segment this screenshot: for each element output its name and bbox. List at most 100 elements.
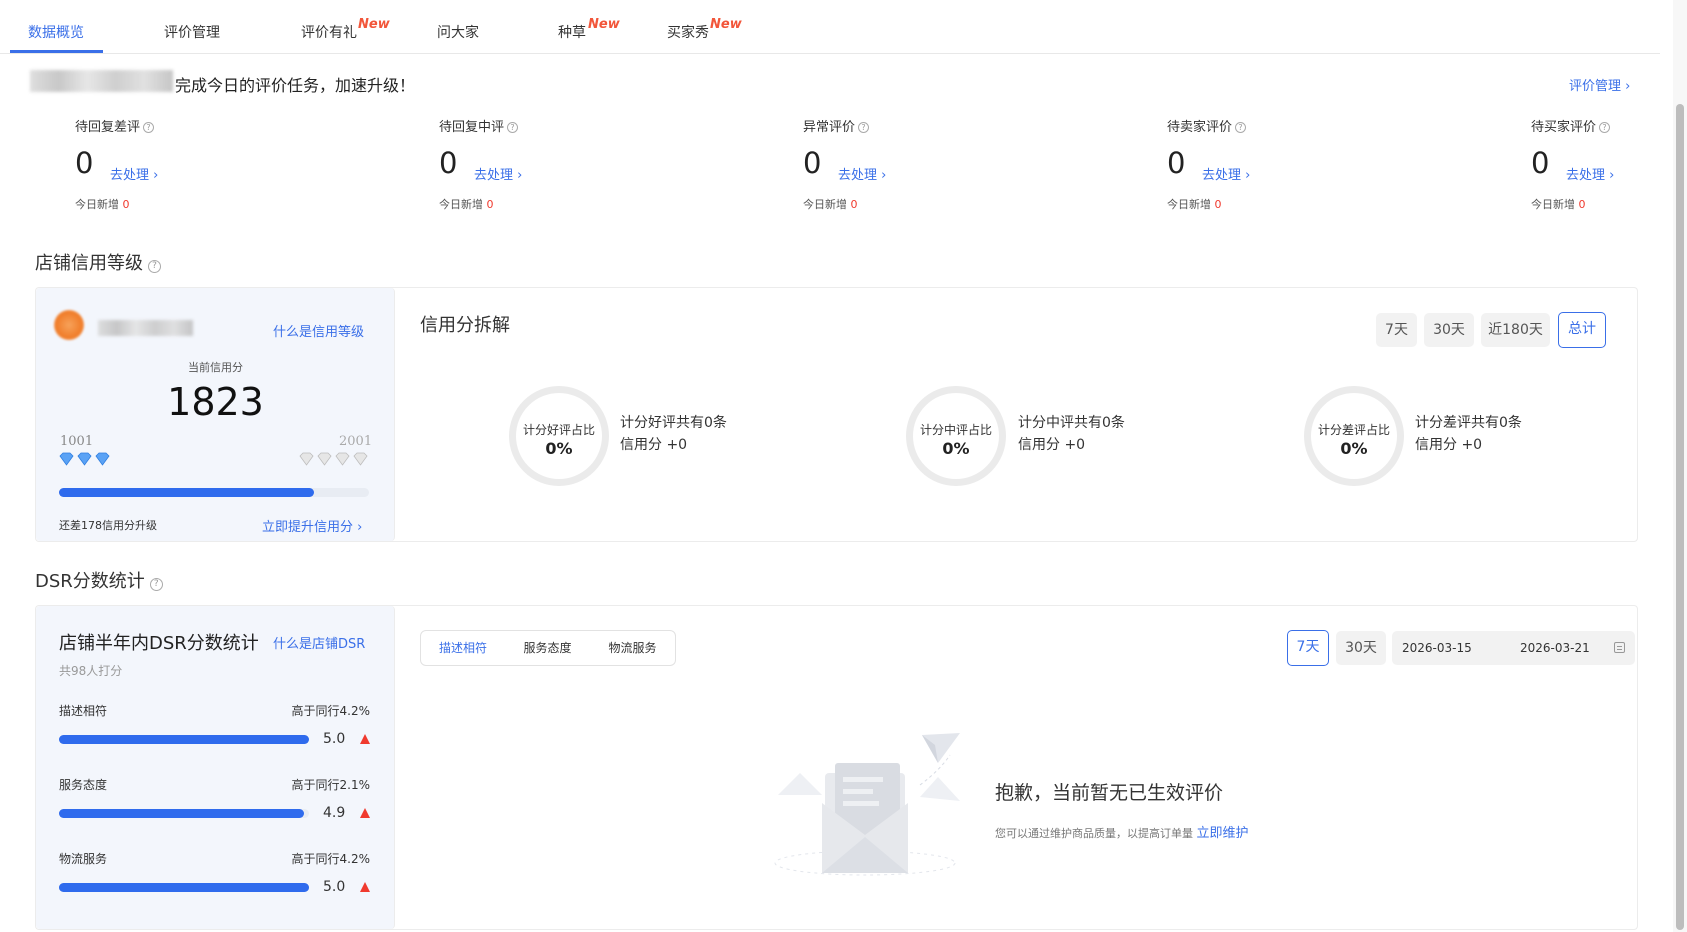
current-credit-label: 当前信用分: [188, 361, 243, 374]
credit-max: 2001: [339, 434, 373, 449]
credit-score: 1823: [167, 380, 264, 424]
dsr-item-peer: 高于同行2.1%: [291, 778, 371, 792]
review-management-link[interactable]: 评价管理 ›: [1569, 75, 1630, 94]
blurred-shop-name: [98, 320, 193, 336]
tab-grass[interactable]: 种草 New: [558, 17, 620, 42]
date-range-picker[interactable]: 2026-03-15 2026-03-21: [1392, 631, 1635, 665]
help-icon[interactable]: ?: [507, 122, 519, 133]
empty-desc: 您可以通过维护商品质量，以提高订单量: [995, 827, 1193, 840]
stat-action-link[interactable]: 去处理 ›: [474, 164, 522, 183]
segment-service[interactable]: 服务态度: [505, 630, 591, 666]
help-icon[interactable]: ?: [149, 578, 163, 591]
new-badge: New: [588, 17, 620, 32]
ring-value: 0%: [942, 439, 970, 458]
stat-label: 待回复中评: [439, 120, 505, 135]
tab-data-overview[interactable]: 数据概览: [28, 22, 84, 42]
ring-line1: 计分差评共有0条: [1415, 415, 1522, 431]
stat-card-seller: 待卖家评价? 0 去处理 › 今日新增 0: [1167, 116, 1367, 216]
dsr-range-30d-button[interactable]: 30天: [1336, 631, 1386, 665]
dsr-item-name: 描述相符: [59, 704, 108, 718]
help-icon[interactable]: ?: [858, 122, 870, 133]
dsr-bar: [59, 809, 309, 818]
stat-today-value: 0: [850, 198, 858, 211]
empty-desc-row: 您可以通过维护商品质量，以提高订单量 立即维护: [995, 822, 1249, 841]
ring-line1: 计分好评共有0条: [620, 415, 727, 431]
date-start: 2026-03-15: [1402, 641, 1472, 655]
dsr-range-7d-button[interactable]: 7天: [1287, 630, 1329, 666]
help-icon[interactable]: ?: [148, 260, 161, 273]
range-30d-button[interactable]: 30天: [1424, 313, 1474, 347]
good-ratio-text: 计分好评共有0条 信用分 +0: [620, 412, 727, 456]
tab-review-management[interactable]: 评价管理: [164, 22, 220, 42]
bad-ratio-text: 计分差评共有0条 信用分 +0: [1415, 412, 1522, 456]
current-level-diamonds: [58, 451, 114, 471]
segment-describe[interactable]: 描述相符: [420, 630, 506, 666]
up-arrow-icon: [360, 882, 370, 892]
ring-line1: 计分中评共有0条: [1018, 415, 1125, 431]
dsr-item-score: 4.9: [323, 805, 346, 821]
stat-today-value: 0: [1578, 198, 1586, 211]
stat-card-abnormal: 异常评价? 0 去处理 › 今日新增 0: [803, 116, 1003, 216]
mid-ratio-text: 计分中评共有0条 信用分 +0: [1018, 412, 1125, 456]
dsr-score-card: 店铺半年内DSR分数统计 什么是店铺DSR 共98人打分 描述相符 高于同行4.…: [36, 606, 395, 929]
stat-card-bad: 待回复差评? 0 去处理 › 今日新增 0: [75, 116, 275, 216]
stat-today-value: 0: [1214, 198, 1222, 211]
range-total-button[interactable]: 总计: [1558, 312, 1606, 348]
empty-envelope-illustration: [774, 733, 960, 876]
stat-action-link[interactable]: 去处理 ›: [838, 164, 886, 183]
help-icon[interactable]: ?: [1599, 122, 1611, 133]
stat-action-link[interactable]: 去处理 ›: [1202, 164, 1250, 183]
stat-value: 0: [1167, 146, 1186, 180]
ring-label: 计分好评占比: [522, 423, 595, 437]
stat-value: 0: [1531, 146, 1550, 180]
stat-label: 待卖家评价: [1167, 120, 1233, 135]
segment-logistics[interactable]: 物流服务: [590, 630, 676, 666]
dsr-bar-fill: [59, 735, 309, 744]
dsr-card-title: 店铺半年内DSR分数统计: [59, 633, 259, 654]
stat-today-label: 今日新增: [803, 198, 847, 211]
dsr-bar: [59, 883, 309, 892]
active-tab-indicator: [10, 50, 103, 53]
good-ratio-ring: 计分好评占比 0%: [509, 386, 609, 486]
tab-review-gift[interactable]: 评价有礼 New: [301, 17, 390, 42]
credit-progress-fill: [59, 488, 314, 497]
dsr-item-peer: 高于同行4.2%: [291, 852, 371, 866]
dsr-item-name: 服务态度: [59, 778, 108, 792]
dsr-item-score: 5.0: [323, 879, 346, 895]
range-180d-button[interactable]: 近180天: [1481, 313, 1550, 347]
up-arrow-icon: [360, 734, 370, 744]
help-icon[interactable]: ?: [1235, 122, 1247, 133]
tab-ask-everyone[interactable]: 问大家: [437, 22, 479, 42]
stat-today-value: 0: [486, 198, 494, 211]
credit-score-card: 什么是信用等级 当前信用分 1823 1001 2001 还差178信用分升级 …: [36, 288, 395, 541]
credit-section-title: 店铺信用等级?: [35, 249, 161, 275]
stat-card-mid: 待回复中评? 0 去处理 › 今日新增 0: [439, 116, 639, 216]
scrollbar[interactable]: [1673, 0, 1687, 932]
stat-label: 待买家评价: [1531, 120, 1597, 135]
calendar-icon[interactable]: [1614, 642, 1625, 653]
dsr-bar-fill: [59, 883, 309, 892]
dsr-section-title: DSR分数统计?: [35, 567, 163, 593]
breakdown-title: 信用分拆解: [420, 315, 510, 336]
ring-value: 0%: [1340, 439, 1368, 458]
diamond-icon: [59, 452, 110, 466]
what-is-dsr-link[interactable]: 什么是店铺DSR: [273, 633, 365, 652]
ring-value: 0%: [545, 439, 573, 458]
maintain-now-link[interactable]: 立即维护: [1197, 826, 1249, 841]
stat-value: 0: [75, 146, 94, 180]
credit-remain-text: 还差178信用分升级: [59, 519, 157, 532]
credit-progress-bar: [59, 488, 369, 497]
help-icon[interactable]: ?: [143, 122, 155, 133]
scrollbar-thumb[interactable]: [1676, 104, 1684, 930]
what-is-credit-link[interactable]: 什么是信用等级: [273, 321, 364, 340]
stat-value: 0: [803, 146, 822, 180]
improve-credit-link[interactable]: 立即提升信用分 ›: [262, 516, 362, 535]
ring-line2: 信用分 +0: [1415, 437, 1483, 453]
tab-buyer-show[interactable]: 买家秀 New: [667, 17, 742, 42]
stat-action-link[interactable]: 去处理 ›: [1566, 164, 1614, 183]
stat-action-link[interactable]: 去处理 ›: [110, 164, 158, 183]
new-badge: New: [710, 17, 742, 32]
range-7d-button[interactable]: 7天: [1376, 313, 1417, 347]
ring-line2: 信用分 +0: [1018, 437, 1086, 453]
stat-value: 0: [439, 146, 458, 180]
